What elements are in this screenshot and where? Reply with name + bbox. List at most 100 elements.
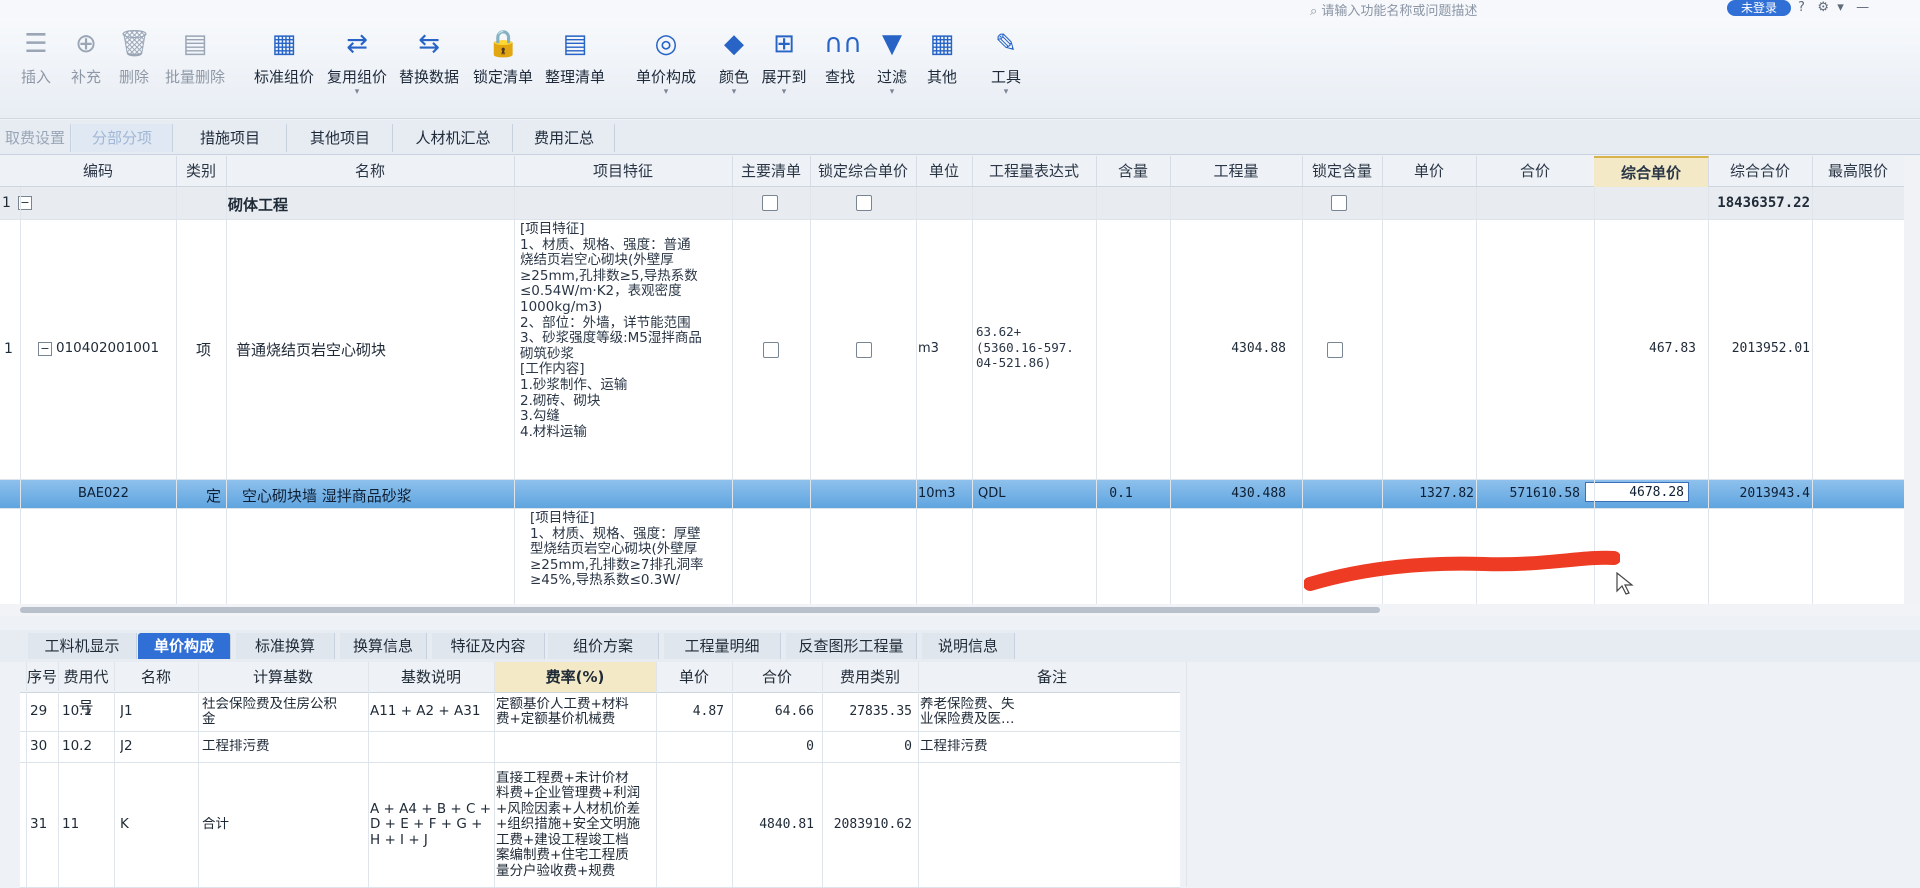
toolbar-button-5[interactable]: ⇄ 复用组价 ▾ [320,28,394,108]
toolbar-button-9[interactable]: ◎ 单价构成 ▾ [626,28,706,108]
filter-icon: ▼ [882,29,902,59]
help-icon[interactable]: ? [1798,0,1805,15]
lock-price-checkbox[interactable] [856,195,872,211]
column-header-15[interactable]: 最高限价 [1812,156,1905,186]
composition-row[interactable]: 29 10.1 J1 社会保险费及住房公积金 A11 + A2 + A31 定额基价人工费… [20,693,1180,732]
collapse-icon[interactable]: − [38,342,52,356]
composition-column-5[interactable]: 费率(%) [494,662,657,692]
column-divider [810,187,811,604]
composition-cell-name: 合计 [202,817,362,833]
toolbar-button-1[interactable]: ⊕ 补充 [64,28,108,108]
composition-column-2[interactable]: 名称 [114,662,199,692]
toolbar-button-4[interactable]: ▦ 标准组价 [246,28,322,108]
vertical-scrollbar[interactable] [1904,156,1920,604]
toolbar-button-7[interactable]: 🔒 锁定清单 [466,28,540,108]
column-header-3[interactable]: 项目特征 [514,156,733,186]
composition-cell-price: 64.66 [774,704,814,719]
group-row[interactable]: 1 − 砌体工程 18436357.22 [0,187,1920,220]
column-header-10[interactable]: 锁定含量 [1302,156,1383,186]
color-bucket-icon: ◆ [724,29,744,59]
scrollbar-thumb[interactable] [20,607,1380,613]
menu-icon[interactable]: ▾ [1837,0,1844,15]
toolbar-button-0[interactable]: ☰ 插入 [14,28,58,108]
detail-tab-4[interactable]: 特征及内容 [432,633,545,659]
lock-content-checkbox[interactable] [1331,195,1347,211]
tools-icon: ✎ [995,29,1017,59]
composition-column-7[interactable]: 合价 [732,662,823,692]
text-line: 4.材料运输 [520,423,587,440]
lock-price-checkbox[interactable] [856,342,872,358]
toolbar-button-11[interactable]: ⊞ 展开到 ▾ [756,28,812,108]
detail-tab-2[interactable]: 标准换算 [236,633,335,659]
detail-tab-0[interactable]: 工料机显示 [28,633,137,659]
main-list-checkbox[interactable] [762,195,778,211]
toolbar-button-label: 过滤 [876,68,907,86]
price-composition-icon: ◎ [654,29,678,59]
column-header-4[interactable]: 主要清单 [732,156,811,186]
ribbon-toolbar: ☰ 插入 ⊕ 补充 🗑 删除 ▤ 批量删除 ▦ 标准组价 ⇄ 复用组价 ▾ ⇆ 替换数据 🔒 锁定清单 ▤ 整理清单… [0,18,1920,119]
composition-column-0[interactable]: 序号 [26,662,59,692]
toolbar-button-3[interactable]: ▤ 批量删除 [158,28,232,108]
detail-tab-6[interactable]: 工程量明细 [664,633,781,659]
tab-1[interactable]: 分部分项 [72,124,173,152]
composition-cell-idx: 30 [30,739,48,754]
text-line: 直接工程费+未计价材 [496,770,629,786]
detail-tab-8[interactable]: 说明信息 [922,633,1015,659]
tab-4[interactable]: 人材机汇总 [394,124,513,152]
toolbar-button-15[interactable]: ✎ 工具 ▾ [984,28,1028,108]
column-header-6[interactable]: 单位 [916,156,973,186]
text-line: 04-521.86) [976,355,1052,371]
item-row[interactable]: 1 − 010402001001 项 普通烧结页岩空心砌块 [项目特征] 1、材质… [0,220,1920,480]
composition-row[interactable]: 30 10.2 J2 工程排污费 0 0 工程排污费 [20,732,1180,763]
toolbar-button-6[interactable]: ⇆ 替换数据 [392,28,466,108]
detail-tab-1[interactable]: 单价构成 [138,633,231,659]
column-divider [1382,187,1383,604]
column-header-8[interactable]: 含量 [1096,156,1171,186]
column-header-12[interactable]: 合价 [1476,156,1595,186]
tab-5[interactable]: 费用汇总 [514,124,615,152]
column-header-2[interactable]: 名称 [226,156,515,186]
function-search-input[interactable]: ⌕ 请输入功能名称或问题描述 [1310,0,1690,19]
horizontal-scrollbar[interactable] [0,604,1920,616]
column-header-11[interactable]: 单价 [1382,156,1477,186]
composition-column-8[interactable]: 费用类别 [822,662,919,692]
price-composition-table: 序号 费用代号 名称 计算基数 基数说明 费率(%) 单价 合价 费用类别 备注 29 10.1 J1… [20,662,1187,888]
composition-column-6[interactable]: 单价 [656,662,733,692]
toolbar-button-14[interactable]: ▦ 其他 [920,28,964,108]
settings-icon[interactable]: ⚙ [1817,0,1829,15]
column-header-13[interactable]: 综合单价 [1594,156,1709,188]
toolbar-button-2[interactable]: 🗑 删除 [112,28,156,108]
detail-tab-5[interactable]: 组价方案 [548,633,659,659]
toolbar-button-12[interactable]: ∩∩ 查找 [818,28,862,108]
column-header-1[interactable]: 类别 [176,156,227,186]
row-index: 1 [4,341,13,357]
lock-content-checkbox[interactable] [1327,342,1343,358]
toolbar-button-label: 复用组价 [326,68,387,86]
toolbar-button-8[interactable]: ▤ 整理清单 [538,28,612,108]
column-header-5[interactable]: 锁定综合单价 [810,156,917,186]
tab-0[interactable]: 取费设置 [0,124,71,152]
toolbar-button-10[interactable]: ◆ 颜色 ▾ [712,28,756,108]
composition-column-3[interactable]: 计算基数 [198,662,369,692]
text-line: 工程排污费 [920,739,988,755]
column-header-14[interactable]: 综合合价 [1708,156,1813,186]
selected-quota-row[interactable]: BAE022 定 空心砌块墙 湿拌商品砂浆 10m3 QDL 0.1 430.4… [0,480,1920,509]
column-header-7[interactable]: 工程量表达式 [972,156,1097,186]
detail-tab-7[interactable]: 反查图形工程量 [786,633,917,659]
column-header-0[interactable]: 编码 [20,156,177,186]
composition-row[interactable]: 31 11 K 合计 A + A4 + B + C + D + E + F + G + H … [20,763,1180,888]
quota-comp-price-editor[interactable]: 4678.28 [1585,482,1689,502]
composition-column-4[interactable]: 基数说明 [368,662,495,692]
detail-tab-3[interactable]: 换算信息 [340,633,427,659]
composition-column-1[interactable]: 费用代号 [58,662,115,716]
tab-2[interactable]: 措施项目 [174,124,287,152]
minimize-icon[interactable]: — [1856,0,1869,15]
login-button[interactable]: 未登录 [1727,0,1791,16]
text-line: 定额基价人工费+材料 [496,696,629,712]
text-line: 型烧结页岩空心砌块(外壁厚 [530,541,698,558]
tab-3[interactable]: 其他项目 [288,124,393,152]
main-list-checkbox[interactable] [763,342,779,358]
column-header-9[interactable]: 工程量 [1170,156,1303,186]
toolbar-button-13[interactable]: ▼ 过滤 ▾ [870,28,914,108]
composition-column-9[interactable]: 备注 [918,662,1187,692]
